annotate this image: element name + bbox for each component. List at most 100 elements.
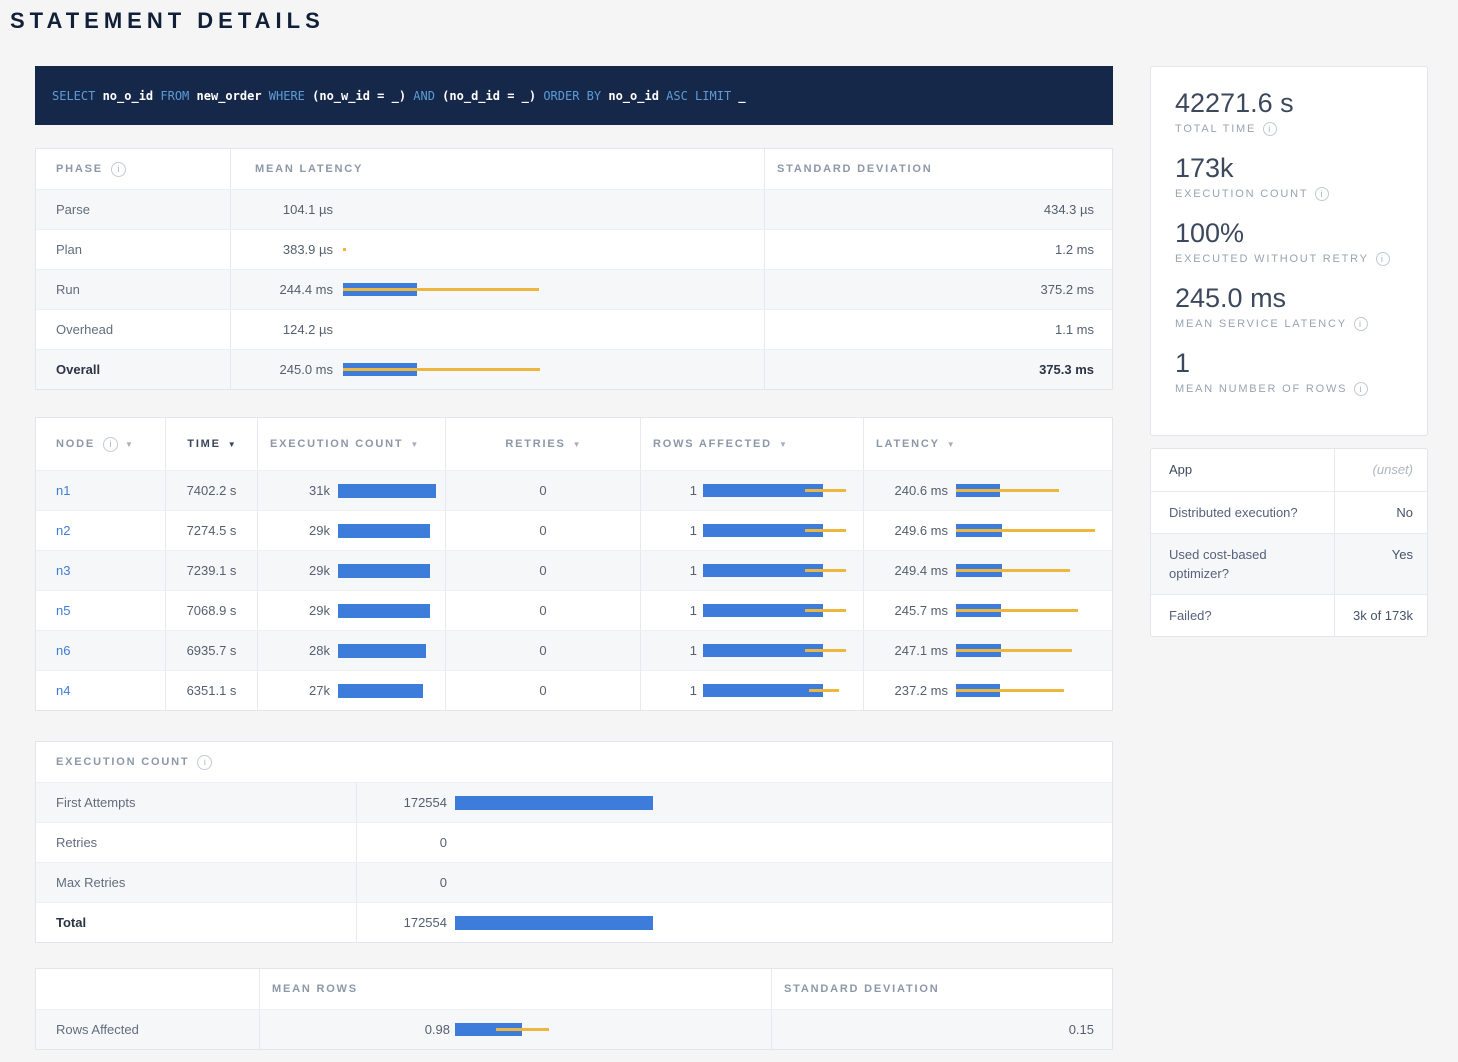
std-deviation-cell: 0.15 bbox=[771, 1010, 1114, 1049]
execution-count-value: 29k bbox=[270, 603, 330, 618]
node-link[interactable]: n4 bbox=[56, 683, 70, 698]
mean-latency-value: 124.2 µs bbox=[255, 322, 333, 337]
phase-table-body: Parse104.1 µs434.3 µsPlan383.9 µs1.2 msR… bbox=[36, 189, 1112, 389]
main-column: SELECT no_o_id FROM new_order WHERE (no_… bbox=[35, 66, 1113, 1050]
node-link[interactable]: n6 bbox=[56, 643, 70, 658]
sql-statement-text: SELECT no_o_id FROM new_order WHERE (no_… bbox=[52, 89, 746, 103]
mean-latency-cell: 245.0 ms bbox=[230, 350, 764, 389]
column-header-node[interactable]: NODEi▼ bbox=[36, 418, 165, 470]
info-icon[interactable]: i bbox=[1315, 187, 1329, 201]
rows-affected-table: MEAN ROWSSTANDARD DEVIATION Rows Affecte… bbox=[35, 968, 1113, 1050]
node-cell: n3 bbox=[36, 551, 165, 590]
phase-row-run: Run244.4 ms375.2 ms bbox=[36, 269, 1112, 309]
node-link[interactable]: n1 bbox=[56, 483, 70, 498]
latency-bar bbox=[956, 484, 1114, 497]
sql-statement: SELECT no_o_id FROM new_order WHERE (no_… bbox=[35, 66, 1113, 125]
details-header-row: App(unset) bbox=[1151, 449, 1427, 491]
phase-cell: Overhead bbox=[36, 310, 230, 349]
stat-executed-without-retry: 100%EXECUTED WITHOUT RETRYi bbox=[1175, 218, 1403, 266]
info-icon[interactable]: i bbox=[1354, 382, 1368, 396]
mean-latency-value: 104.1 µs bbox=[255, 202, 333, 217]
column-header-latency[interactable]: LATENCY▼ bbox=[863, 418, 1114, 470]
value-cell: 0 bbox=[356, 863, 1114, 902]
mean-rows-cell: 0.98 bbox=[259, 1010, 771, 1049]
bar-mean bbox=[338, 484, 436, 498]
retries-value: 0 bbox=[539, 683, 546, 698]
info-icon[interactable]: i bbox=[197, 755, 212, 770]
details-header-label: App bbox=[1151, 449, 1334, 491]
stat-total-time: 42271.6 sTOTAL TIMEi bbox=[1175, 88, 1403, 136]
retries-cell: 0 bbox=[445, 671, 640, 710]
latency-value: 245.7 ms bbox=[876, 603, 948, 618]
rows-affected-bar bbox=[703, 604, 863, 617]
info-icon[interactable]: i bbox=[1354, 317, 1368, 331]
column-header-label: LATENCY bbox=[876, 438, 940, 450]
rows-affected-bar bbox=[703, 524, 863, 537]
bar-stddev bbox=[805, 609, 846, 612]
count-value: 172554 bbox=[357, 795, 447, 810]
mean-latency-bar bbox=[343, 243, 764, 256]
node-link[interactable]: n3 bbox=[56, 563, 70, 578]
retries-cell: 0 bbox=[445, 511, 640, 550]
bar-stddev bbox=[805, 569, 846, 572]
execution-count-row-total: Total172554 bbox=[36, 902, 1112, 942]
bar-stddev bbox=[343, 288, 539, 291]
mean-latency-bar bbox=[343, 203, 764, 216]
sql-keyword: WHERE bbox=[262, 89, 313, 103]
sql-identifier: _ bbox=[738, 89, 745, 103]
node-cell: n5 bbox=[36, 591, 165, 630]
details-row-value: Yes bbox=[1334, 534, 1429, 594]
mean-latency-value: 245.0 ms bbox=[255, 362, 333, 377]
retries-value: 0 bbox=[539, 483, 546, 498]
rows-affected-cell: 1 bbox=[640, 671, 863, 710]
column-header-time[interactable]: TIME▼ bbox=[165, 418, 257, 470]
info-icon[interactable]: i bbox=[1263, 122, 1277, 136]
right-column: 42271.6 sTOTAL TIMEi173kEXECUTION COUNTi… bbox=[1150, 66, 1428, 637]
phase-label: Overhead bbox=[56, 322, 113, 337]
rows-affected-value: 1 bbox=[649, 523, 697, 538]
label-cell: Total bbox=[36, 903, 356, 942]
rows-affected-value: 1 bbox=[649, 603, 697, 618]
stat-mean-number-of-rows: 1MEAN NUMBER OF ROWSi bbox=[1175, 348, 1403, 396]
latency-value: 240.6 ms bbox=[876, 483, 948, 498]
phase-label: Parse bbox=[56, 202, 90, 217]
label-cell: Rows Affected bbox=[36, 1010, 259, 1049]
column-header-label: STANDARD DEVIATION bbox=[777, 163, 932, 175]
execution-count-header-cell: EXECUTION COUNTi bbox=[36, 742, 1112, 782]
retries-cell: 0 bbox=[445, 551, 640, 590]
stat-label: MEAN SERVICE LATENCYi bbox=[1175, 317, 1403, 331]
latency-cell: 237.2 ms bbox=[863, 671, 1114, 710]
phase-label: Plan bbox=[56, 242, 82, 257]
count-bar bbox=[455, 836, 1114, 849]
bar-mean bbox=[338, 684, 423, 698]
time-cell: 7402.2 s bbox=[165, 471, 257, 510]
latency-value: 247.1 ms bbox=[876, 643, 948, 658]
bar-stddev bbox=[805, 649, 846, 652]
time-cell: 6935.7 s bbox=[165, 631, 257, 670]
latency-cell: 245.7 ms bbox=[863, 591, 1114, 630]
execution-count-bar bbox=[338, 644, 445, 657]
node-link[interactable]: n2 bbox=[56, 523, 70, 538]
info-icon[interactable]: i bbox=[1376, 252, 1390, 266]
node-table-header: NODEi▼TIME▼EXECUTION COUNT▼RETRIES▼ROWS … bbox=[36, 418, 1112, 470]
node-cell: n1 bbox=[36, 471, 165, 510]
node-row-n1: n17402.2 s31k01240.6 ms bbox=[36, 470, 1112, 510]
bar-stddev bbox=[956, 609, 1078, 612]
node-row-n5: n57068.9 s29k01245.7 ms bbox=[36, 590, 1112, 630]
info-icon[interactable]: i bbox=[103, 437, 118, 452]
column-header-rows-affected[interactable]: ROWS AFFECTED▼ bbox=[640, 418, 863, 470]
node-link[interactable]: n5 bbox=[56, 603, 70, 618]
execution-count-cell: 29k bbox=[257, 511, 445, 550]
column-header-retries[interactable]: RETRIES▼ bbox=[445, 418, 640, 470]
retries-value: 0 bbox=[539, 603, 546, 618]
sql-keyword: AND bbox=[406, 89, 442, 103]
bar-stddev bbox=[956, 689, 1064, 692]
column-header-execution-count[interactable]: EXECUTION COUNT▼ bbox=[257, 418, 445, 470]
details-row-label: Used cost-based optimizer? bbox=[1151, 534, 1334, 594]
phase-row-parse: Parse104.1 µs434.3 µs bbox=[36, 189, 1112, 229]
std-deviation-value: 1.2 ms bbox=[1055, 242, 1094, 257]
latency-bar bbox=[956, 684, 1114, 697]
sql-keyword: ORDER BY bbox=[536, 89, 608, 103]
latency-value: 249.4 ms bbox=[876, 563, 948, 578]
info-icon[interactable]: i bbox=[111, 162, 126, 177]
